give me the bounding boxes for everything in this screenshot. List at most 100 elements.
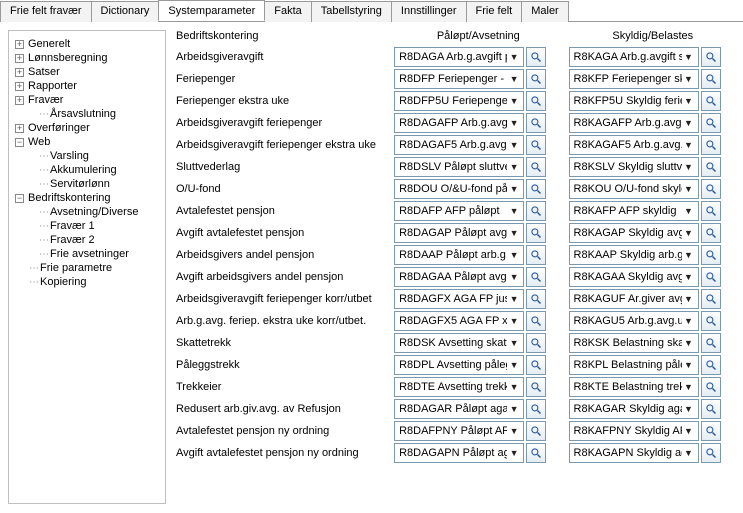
palopt-17-combo[interactable]: R8DAFPNY Påløpt AFP▼	[394, 421, 524, 441]
tab-maler[interactable]: Maler	[521, 1, 569, 22]
tree-item-satser[interactable]: +Satser	[11, 65, 163, 79]
skyldig-18-search-button[interactable]	[701, 443, 721, 463]
skyldig-14-combo[interactable]: R8KPL Belastning pålegg▼	[569, 355, 699, 375]
tab-fakta[interactable]: Fakta	[264, 1, 312, 22]
tree-item-overf-ringer[interactable]: +Overføringer	[11, 121, 163, 135]
tab-systemparameter[interactable]: Systemparameter	[158, 0, 265, 21]
tree-item-bedriftskontering[interactable]: −Bedriftskontering	[11, 191, 163, 205]
skyldig-6-combo[interactable]: R8KOU O/U-fond skyldig▼	[569, 179, 699, 199]
palopt-11-combo[interactable]: R8DAGFX AGA FP juster▼	[394, 289, 524, 309]
palopt-13-search-button[interactable]	[526, 333, 546, 353]
chevron-down-icon[interactable]: ▼	[507, 423, 521, 439]
palopt-1-combo[interactable]: R8DFP Feriepenger - pål▼	[394, 69, 524, 89]
tree-item-kopiering[interactable]: ⋯Kopiering	[11, 275, 163, 289]
tab-frie-felt[interactable]: Frie felt	[466, 1, 523, 22]
palopt-9-combo[interactable]: R8DAAP Påløpt arb.g. ar▼	[394, 245, 524, 265]
skyldig-4-search-button[interactable]	[701, 135, 721, 155]
chevron-down-icon[interactable]: ▼	[682, 93, 696, 109]
palopt-4-search-button[interactable]	[526, 135, 546, 155]
chevron-down-icon[interactable]: ▼	[507, 379, 521, 395]
palopt-8-combo[interactable]: R8DAGAP Påløpt avg ar▼	[394, 223, 524, 243]
chevron-down-icon[interactable]: ▼	[682, 379, 696, 395]
chevron-down-icon[interactable]: ▼	[507, 49, 521, 65]
tree-item-generelt[interactable]: +Generelt	[11, 37, 163, 51]
skyldig-2-search-button[interactable]	[701, 91, 721, 111]
chevron-down-icon[interactable]: ▼	[682, 49, 696, 65]
palopt-0-combo[interactable]: R8DAGA Arb.g.avgift på▼	[394, 47, 524, 67]
chevron-down-icon[interactable]: ▼	[507, 181, 521, 197]
tab-dictionary[interactable]: Dictionary	[91, 1, 160, 22]
skyldig-15-combo[interactable]: R8KTE Belastning trekke▼	[569, 377, 699, 397]
chevron-down-icon[interactable]: ▼	[507, 159, 521, 175]
chevron-down-icon[interactable]: ▼	[507, 401, 521, 417]
skyldig-1-combo[interactable]: R8KFP Feriepenger skyld▼	[569, 69, 699, 89]
chevron-down-icon[interactable]: ▼	[507, 269, 521, 285]
skyldig-3-combo[interactable]: R8KAGAFP Arb.g.avg.av▼	[569, 113, 699, 133]
palopt-15-combo[interactable]: R8DTE Avsetting trekkei▼	[394, 377, 524, 397]
skyldig-13-combo[interactable]: R8KSK Belastning skatt▼	[569, 333, 699, 353]
palopt-13-combo[interactable]: R8DSK Avsetting skatt▼	[394, 333, 524, 353]
skyldig-12-combo[interactable]: R8KAGU5 Arb.g.avg.utb▼	[569, 311, 699, 331]
tree-item-frav-r[interactable]: +Fravær	[11, 93, 163, 107]
tree-item-frav-r-1[interactable]: ⋯Fravær 1	[11, 219, 163, 233]
tree-item-l-nnsberegning[interactable]: +Lønnsberegning	[11, 51, 163, 65]
chevron-down-icon[interactable]: ▼	[507, 71, 521, 87]
skyldig-11-combo[interactable]: R8KAGUF Ar.giver avg. u▼	[569, 289, 699, 309]
chevron-down-icon[interactable]: ▼	[682, 423, 696, 439]
palopt-18-combo[interactable]: R8DAGAPN Påløpt aga▼	[394, 443, 524, 463]
palopt-4-combo[interactable]: R8DAGAF5 Arb.g.avg.på▼	[394, 135, 524, 155]
tree-item-rapporter[interactable]: +Rapporter	[11, 79, 163, 93]
skyldig-4-combo[interactable]: R8KAGAF5 Arb.g.avg.av▼	[569, 135, 699, 155]
chevron-down-icon[interactable]: ▼	[682, 335, 696, 351]
skyldig-12-search-button[interactable]	[701, 311, 721, 331]
palopt-7-combo[interactable]: R8DAFP AFP påløpt▼	[394, 201, 524, 221]
chevron-down-icon[interactable]: ▼	[507, 225, 521, 241]
palopt-5-search-button[interactable]	[526, 157, 546, 177]
palopt-16-combo[interactable]: R8DAGAR Påløpt aga re▼	[394, 399, 524, 419]
skyldig-8-combo[interactable]: R8KAGAP Skyldig avg a▼	[569, 223, 699, 243]
tree-item-servit-rl-nn[interactable]: ⋯Servitørlønn	[11, 177, 163, 191]
tree-item-akkumulering[interactable]: ⋯Akkumulering	[11, 163, 163, 177]
tree-item-frie-avsetninger[interactable]: ⋯Frie avsetninger	[11, 247, 163, 261]
skyldig-9-combo[interactable]: R8KAAP Skyldig arb.g ar▼	[569, 245, 699, 265]
palopt-14-search-button[interactable]	[526, 355, 546, 375]
palopt-14-combo[interactable]: R8DPL Avsetting pålegg▼	[394, 355, 524, 375]
collapse-icon[interactable]: −	[15, 138, 24, 147]
skyldig-15-search-button[interactable]	[701, 377, 721, 397]
skyldig-18-combo[interactable]: R8KAGAPN Skyldig aga▼	[569, 443, 699, 463]
chevron-down-icon[interactable]: ▼	[507, 335, 521, 351]
palopt-7-search-button[interactable]	[526, 201, 546, 221]
chevron-down-icon[interactable]: ▼	[507, 291, 521, 307]
skyldig-0-search-button[interactable]	[701, 47, 721, 67]
palopt-6-search-button[interactable]	[526, 179, 546, 199]
palopt-18-search-button[interactable]	[526, 443, 546, 463]
chevron-down-icon[interactable]: ▼	[507, 203, 521, 219]
skyldig-17-combo[interactable]: R8KAFPNY Skyldig AFP▼	[569, 421, 699, 441]
chevron-down-icon[interactable]: ▼	[682, 357, 696, 373]
chevron-down-icon[interactable]: ▼	[682, 159, 696, 175]
expand-icon[interactable]: +	[15, 96, 24, 105]
chevron-down-icon[interactable]: ▼	[682, 225, 696, 241]
chevron-down-icon[interactable]: ▼	[507, 115, 521, 131]
chevron-down-icon[interactable]: ▼	[507, 247, 521, 263]
chevron-down-icon[interactable]: ▼	[682, 445, 696, 461]
palopt-10-search-button[interactable]	[526, 267, 546, 287]
skyldig-5-combo[interactable]: R8KSLV Skyldig sluttved▼	[569, 157, 699, 177]
chevron-down-icon[interactable]: ▼	[682, 313, 696, 329]
collapse-icon[interactable]: −	[15, 194, 24, 203]
palopt-17-search-button[interactable]	[526, 421, 546, 441]
palopt-6-combo[interactable]: R8DOU O/&U-fond påløp▼	[394, 179, 524, 199]
tab-tabellstyring[interactable]: Tabellstyring	[311, 1, 392, 22]
palopt-3-combo[interactable]: R8DAGAFP Arb.g.avg.p▼	[394, 113, 524, 133]
palopt-11-search-button[interactable]	[526, 289, 546, 309]
palopt-16-search-button[interactable]	[526, 399, 546, 419]
skyldig-2-combo[interactable]: R8KFP5U Skyldig feriep.▼	[569, 91, 699, 111]
tree-item-web[interactable]: −Web	[11, 135, 163, 149]
palopt-2-search-button[interactable]	[526, 91, 546, 111]
skyldig-10-combo[interactable]: R8KAGAA Skyldig avg a▼	[569, 267, 699, 287]
palopt-10-combo[interactable]: R8DAGAA Påløpt avg ar▼	[394, 267, 524, 287]
tab-frie-felt-fravær[interactable]: Frie felt fravær	[0, 1, 92, 22]
expand-icon[interactable]: +	[15, 40, 24, 49]
palopt-12-combo[interactable]: R8DAGFX5 AGA FP xtra▼	[394, 311, 524, 331]
skyldig-6-search-button[interactable]	[701, 179, 721, 199]
